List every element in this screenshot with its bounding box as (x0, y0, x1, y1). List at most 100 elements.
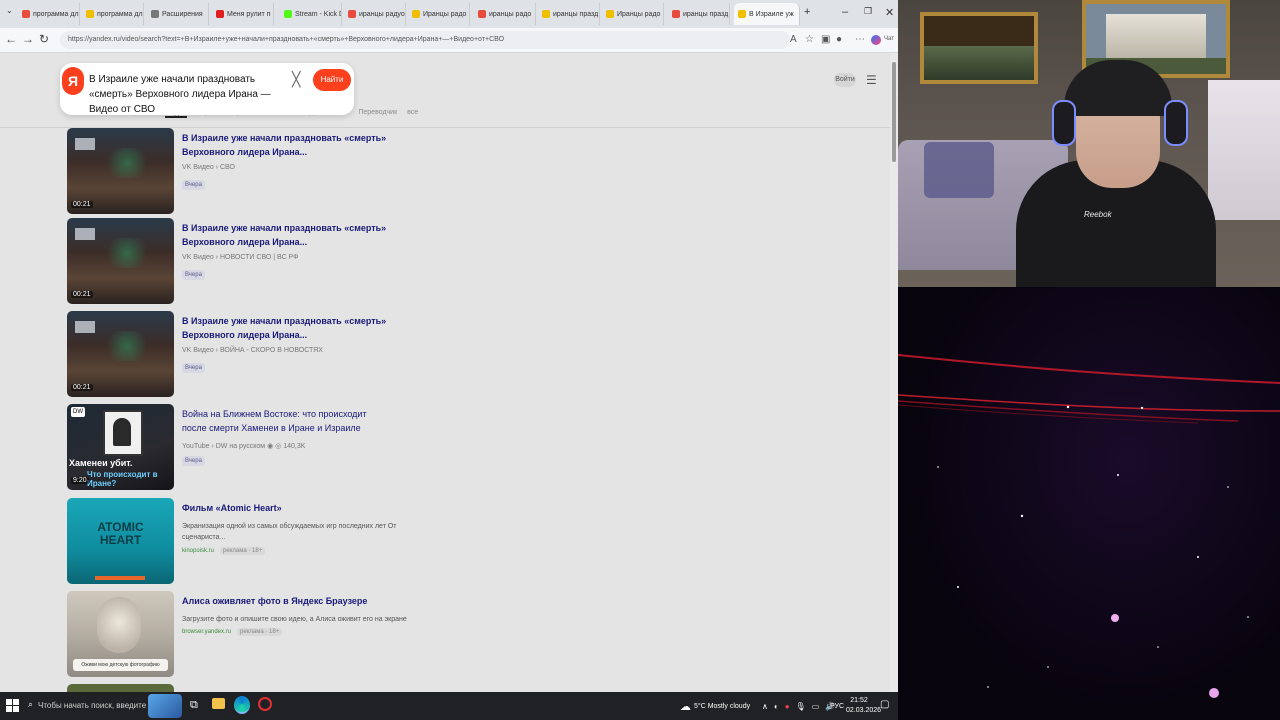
result-source[interactable]: VK Видео › СВО (182, 164, 235, 171)
video-thumbnail[interactable] (67, 684, 174, 692)
tab-label: Иранцы радо (617, 10, 661, 18)
date-badge: Вчера (182, 363, 205, 373)
duration: 00:21 (71, 201, 93, 208)
browser-tab[interactable]: Иранцы радо (602, 3, 664, 25)
browser-tab[interactable]: иранцы празд (668, 3, 730, 25)
language-indicator[interactable]: РУС (830, 692, 844, 720)
result-title[interactable]: В Израиле уже начали праздновать «смерть… (182, 221, 392, 249)
translate-icon[interactable]: A (790, 34, 797, 45)
more-menu-icon[interactable]: ⋯ (855, 34, 865, 45)
result-title[interactable]: В Израиле уже начали праздновать «смерть… (182, 314, 392, 342)
thumbnail-caption: Хаменеи убит. (69, 458, 133, 468)
tab-label: программа дл (33, 10, 79, 18)
network-icon[interactable]: ▭ (812, 702, 820, 711)
search-highlight-icon[interactable] (148, 694, 182, 718)
ad-source[interactable]: kinopoisk.ru реклама · 18+ (182, 547, 266, 555)
stream-background (898, 287, 1280, 720)
browser-tab[interactable]: Расширения (147, 3, 209, 25)
file-explorer-icon[interactable] (212, 698, 225, 709)
popup-query-text[interactable]: В Израиле уже начали праздновать «смерть… (89, 72, 279, 117)
browser-tab[interactable]: программа дл (18, 3, 80, 25)
browser-tab[interactable]: иранцы празд (538, 3, 600, 25)
chevron-up-icon[interactable]: ∧ (762, 702, 768, 711)
tab-favicon-icon (412, 10, 420, 18)
collections-icon[interactable]: ▣ (821, 34, 830, 45)
video-thumbnail[interactable]: DW Хаменеи убит. Что происходит в Иране?… (67, 404, 174, 490)
maximize-icon[interactable]: ❐ (864, 6, 872, 17)
weather-widget[interactable]: ☁ 5°C Mostly cloudy (680, 692, 750, 720)
login-button[interactable]: Войти (834, 73, 856, 87)
ad-item[interactable]: ATOMIC HEART Фильм «Atomic Heart» Экрани… (67, 498, 467, 584)
yandex-logo: Я (62, 67, 84, 95)
browser-tab[interactable]: программа дл (82, 3, 144, 25)
result-title[interactable]: В Израиле уже начали праздновать «смерть… (182, 131, 392, 159)
date-badge: Вчера (182, 270, 205, 280)
edge-browser-icon[interactable] (234, 696, 250, 714)
new-tab-button[interactable]: + (804, 6, 810, 18)
tab-favicon-icon (86, 10, 94, 18)
bookmark-star-icon[interactable]: ☆ (805, 34, 814, 45)
list-item[interactable]: 00:21 В Израиле уже начали праздновать «… (67, 311, 467, 397)
screen-recorder-icon[interactable] (258, 697, 272, 711)
search-button[interactable]: Найти (313, 69, 351, 91)
space-lines (898, 354, 1280, 698)
list-item[interactable]: DW Хаменеи убит. Что происходит в Иране?… (67, 404, 467, 490)
search-nav-item[interactable]: Переводчик (358, 109, 397, 118)
clear-query-icon[interactable]: ╳ (292, 71, 300, 88)
assistant-icon[interactable] (871, 35, 881, 45)
browser-tab[interactable]: В Израиле уж (734, 3, 800, 25)
tab-label: Иранцы радо (423, 10, 467, 18)
mic-icon[interactable]: 🎙 (796, 702, 806, 711)
result-source[interactable]: YouTube › DW на русском ◉ ◎ 140,3K (182, 442, 305, 450)
forward-icon[interactable]: → (22, 32, 34, 46)
headphone-cup (1052, 100, 1076, 146)
notification-icon[interactable]: ▢ (880, 699, 889, 710)
profile-avatar-icon[interactable]: ● (836, 34, 842, 45)
ad-source[interactable]: browser.yandex.ru реклама · 18+ (182, 628, 283, 636)
tab-list-chevron-icon[interactable]: ⌄ (6, 6, 13, 15)
close-icon[interactable]: ✕ (885, 6, 894, 19)
reload-icon[interactable]: ↻ (39, 32, 49, 46)
result-title[interactable]: Война на Ближнем Востоке: что происходит… (182, 407, 392, 435)
list-item[interactable]: 00:21 В Израиле уже начали праздновать «… (67, 128, 467, 214)
result-source[interactable]: VK Видео › НОВОСТИ СВО | ВС РФ (182, 254, 298, 261)
browser-tab[interactable]: Меня рулит п (212, 3, 274, 25)
back-icon[interactable]: ← (5, 32, 17, 46)
tab-favicon-icon (151, 10, 159, 18)
browser-window: ⌄ программа дл программа дл Расширения Меня… (0, 0, 898, 692)
record-tray-icon[interactable]: ● (785, 702, 790, 711)
address-bar[interactable]: https://yandex.ru/video/search?text=+В+И… (60, 31, 790, 49)
result-title[interactable]: Алиса оживляет фото в Яндекс Браузере (182, 594, 392, 608)
video-thumbnail[interactable]: 00:21 (67, 128, 174, 214)
browser-tab[interactable]: иранцы радо (474, 3, 536, 25)
tab-favicon-icon (542, 10, 550, 18)
tab-label: Stream - Kick D (295, 10, 342, 18)
video-thumbnail[interactable]: 00:21 (67, 218, 174, 304)
hamburger-menu-icon[interactable]: ☰ (866, 73, 877, 87)
result-title[interactable]: Фильм «Atomic Heart» (182, 501, 392, 515)
tab-label: Расширения (162, 10, 203, 18)
minimize-icon[interactable]: – (842, 6, 848, 18)
browser-tab[interactable]: Stream - Kick D (280, 3, 342, 25)
ad-thumbnail[interactable]: Оживи мою детскую фотографию (67, 591, 174, 677)
app-tray-icon[interactable]: ◐ (774, 702, 779, 711)
scrollbar-thumb[interactable] (892, 62, 896, 162)
search-popup[interactable]: Я В Израиле уже начали праздновать «смер… (60, 63, 354, 115)
list-item[interactable]: 00:21 В Израиле уже начали праздновать «… (67, 218, 467, 304)
tab-favicon-icon (284, 10, 292, 18)
chat-label[interactable]: Чат (884, 36, 894, 42)
clock[interactable]: 21:52 02.03.2026 (846, 696, 881, 716)
result-source[interactable]: VK Видео › ВОЙНА - СКОРО В НОВОСТЯХ (182, 347, 323, 354)
windows-start-icon[interactable] (6, 699, 19, 712)
task-view-icon[interactable]: ⧉ (190, 699, 198, 712)
video-thumbnail[interactable]: 00:21 (67, 311, 174, 397)
tab-favicon-icon (738, 10, 746, 18)
ad-thumbnail[interactable]: ATOMIC HEART (67, 498, 174, 584)
date-badge: Вчера (182, 180, 205, 190)
thumbnail-caption: Оживи мою детскую фотографию (73, 659, 168, 671)
duration: 00:21 (71, 384, 93, 391)
browser-tab[interactable]: иранцы радуо (344, 3, 406, 25)
search-nav-item[interactable]: все (407, 109, 418, 118)
ad-item[interactable]: Оживи мою детскую фотографию Алиса оживл… (67, 591, 467, 677)
browser-tab[interactable]: Иранцы радо (408, 3, 470, 25)
